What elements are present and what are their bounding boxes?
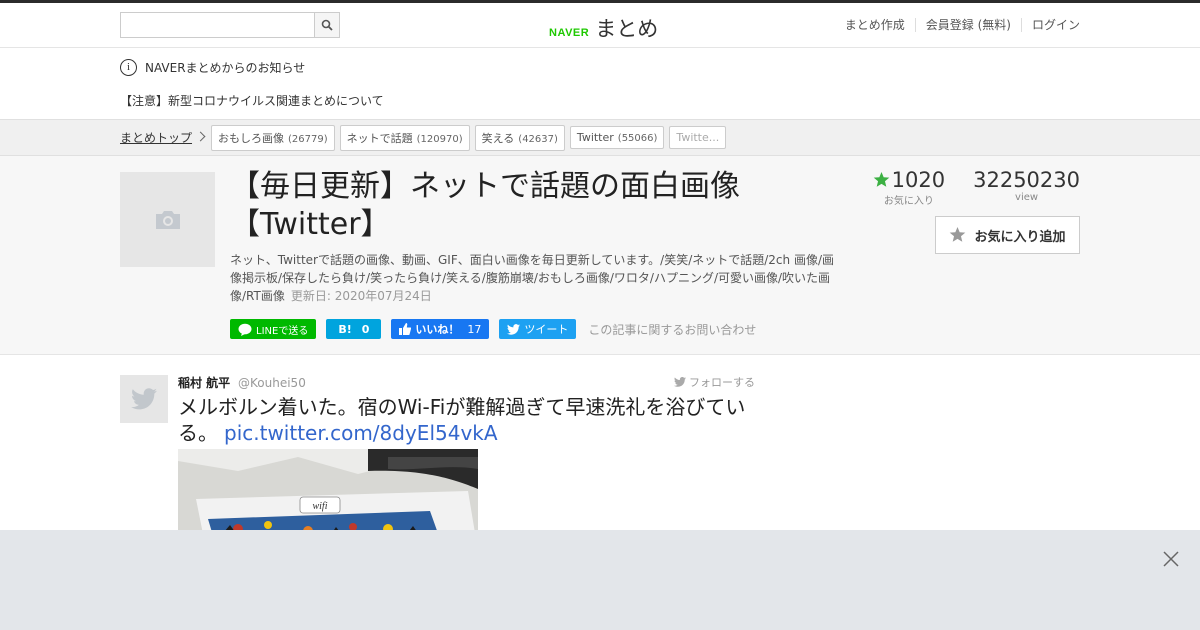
- tag-label: ネットで話題: [346, 131, 413, 145]
- favorites-count: 1020: [891, 168, 946, 192]
- add-favorite-label: お気に入り追加: [974, 229, 1066, 245]
- info-icon: i: [120, 59, 137, 76]
- tag-count: (120970): [416, 133, 463, 145]
- tweet-header: 稲村 航平 @Kouhei50 フォローする: [178, 374, 755, 391]
- tweet-text: メルボルン着いた。宿のWi-Fiが難解過ぎて早速洗礼を浴びている。 pic.twi…: [178, 394, 758, 446]
- search-button[interactable]: [314, 13, 339, 37]
- nav-create-matome[interactable]: まとめ作成: [835, 18, 915, 32]
- logo-text: まとめ: [595, 17, 659, 41]
- follow-button[interactable]: フォローする: [674, 374, 755, 390]
- views-label: view: [1015, 192, 1039, 203]
- twitter-bird-icon: [674, 377, 686, 387]
- close-icon[interactable]: [1162, 550, 1180, 568]
- tag-truncated[interactable]: Twitte...: [669, 126, 727, 149]
- contact-link[interactable]: この記事に関するお問い合わせ: [588, 321, 756, 338]
- tag-label: おもしろ画像: [218, 131, 285, 145]
- tweet-photo-link[interactable]: pic.twitter.com/8dyEl54vkA: [224, 421, 498, 445]
- tweet-author-handle[interactable]: @Kouhei50: [238, 376, 306, 390]
- views-stat: 32250230 view: [973, 168, 1080, 207]
- line-icon: [238, 323, 252, 336]
- tag-label: Twitter: [576, 131, 614, 144]
- search-input[interactable]: [121, 13, 314, 37]
- thumbs-up-icon: [399, 323, 412, 335]
- facebook-like-button[interactable]: いいね！ 17: [391, 319, 490, 339]
- views-count: 32250230: [973, 168, 1080, 192]
- line-share-button[interactable]: LINEで送る: [230, 319, 317, 339]
- nav-register[interactable]: 会員登録 (無料): [914, 18, 1021, 32]
- add-favorite-button[interactable]: お気に入り追加: [935, 216, 1080, 254]
- tag-net-wadai[interactable]: ネットで話題 (120970): [339, 124, 470, 151]
- nav-login[interactable]: ログイン: [1020, 18, 1080, 32]
- notice-link[interactable]: 【注意】新型コロナウイルス関連まとめについて: [120, 92, 384, 109]
- tweet-label: ツイート: [524, 323, 569, 336]
- updated-date: 更新日: 2020年07月24日: [290, 289, 432, 303]
- tag-count: (42637): [518, 133, 558, 145]
- article-stats: 1020 お気に入り 32250230 view: [873, 168, 1080, 207]
- follow-label: フォローする: [689, 376, 755, 389]
- logo-brand: NAVER: [549, 27, 590, 39]
- hatena-count: 0: [361, 322, 370, 336]
- facebook-label: いいね！: [415, 323, 460, 336]
- tweet-author-name[interactable]: 稲村 航平: [178, 376, 230, 390]
- article-description: ネット、Twitterで話題の画像、動画、GIF、面白い画像を毎日更新しています…: [230, 251, 845, 305]
- header-nav: まとめ作成 会員登録 (無料) ログイン: [835, 18, 1080, 32]
- search-icon: [321, 19, 333, 31]
- tweet-photo-image: wifi: [178, 449, 478, 539]
- star-icon: [950, 227, 966, 242]
- avatar[interactable]: [120, 375, 168, 423]
- search-box: [120, 12, 340, 38]
- tag-twitter[interactable]: Twitter (55066): [569, 126, 665, 149]
- hatena-bookmark-button[interactable]: B! 0: [326, 319, 382, 339]
- tag-count: (26779): [288, 133, 328, 145]
- tag-waraeru[interactable]: 笑える (42637): [474, 124, 565, 151]
- article-thumbnail: [120, 172, 215, 267]
- facebook-count: 17: [467, 322, 482, 336]
- twitter-bird-icon: [131, 388, 157, 410]
- article-header: 【毎日更新】ネットで話題の面白画像【Twitter】 ネット、Twitterで話…: [0, 156, 1200, 355]
- article-title: 【毎日更新】ネットで話題の面白画像【Twitter】: [230, 169, 740, 242]
- tag-count: (55066): [617, 133, 658, 144]
- camera-icon: [155, 210, 180, 229]
- svg-text:wifi: wifi: [312, 501, 327, 512]
- share-bar: LINEで送る B! 0 いいね！ 17 ツイート この記事に関するお問い合わせ: [230, 319, 756, 339]
- tag-label: Twitte...: [676, 131, 720, 144]
- notice-area: i NAVERまとめからのお知らせ 【注意】新型コロナウイルス関連まとめについて: [0, 48, 1200, 119]
- site-logo[interactable]: NAVER まとめ: [549, 13, 658, 43]
- tweet-photo[interactable]: wifi: [178, 449, 478, 539]
- notice-header: i NAVERまとめからのお知らせ: [120, 59, 305, 76]
- breadcrumb-top-link[interactable]: まとめトップ: [120, 129, 192, 146]
- hatena-icon: B!: [338, 322, 352, 336]
- site-header: NAVER まとめ まとめ作成 会員登録 (無料) ログイン: [0, 3, 1200, 48]
- tweet-button[interactable]: ツイート: [499, 319, 577, 339]
- favorites-label: お気に入り: [883, 196, 934, 207]
- notice-title: NAVERまとめからのお知らせ: [145, 61, 306, 75]
- favorites-stat: 1020 お気に入り: [873, 168, 945, 207]
- twitter-bird-icon: [507, 323, 521, 335]
- line-label: LINEで送る: [256, 325, 309, 337]
- star-icon: [873, 172, 889, 187]
- tag-omoshiro-gazou[interactable]: おもしろ画像 (26779): [211, 124, 335, 151]
- tag-label: 笑える: [481, 131, 515, 145]
- ad-overlay: [0, 530, 1200, 630]
- breadcrumb: まとめトップ おもしろ画像 (26779) ネットで話題 (120970) 笑える(…: [0, 119, 1200, 156]
